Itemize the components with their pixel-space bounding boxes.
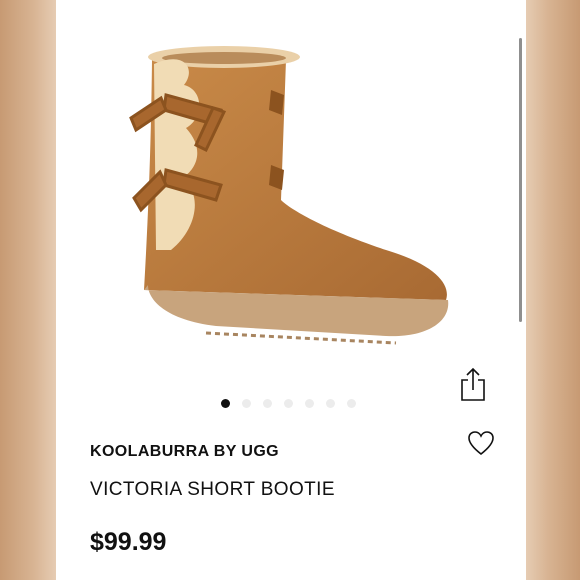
carousel-dot-3[interactable] bbox=[263, 399, 272, 408]
brand-name[interactable]: KOOLABURRA BY UGG bbox=[90, 443, 279, 461]
boot-illustration bbox=[129, 46, 449, 345]
share-icon bbox=[461, 367, 485, 401]
carousel-dot-1[interactable] bbox=[221, 399, 230, 408]
carousel-dot-7[interactable] bbox=[347, 399, 356, 408]
carousel-dot-2[interactable] bbox=[242, 399, 251, 408]
carousel-dot-4[interactable] bbox=[284, 399, 293, 408]
share-button[interactable] bbox=[460, 366, 486, 402]
background-right bbox=[526, 0, 580, 580]
product-title: VICTORIA SHORT BOOTIE bbox=[90, 479, 335, 500]
favorite-button[interactable] bbox=[467, 430, 495, 456]
carousel-dots bbox=[221, 399, 356, 408]
heart-icon bbox=[468, 431, 494, 456]
product-image[interactable] bbox=[56, 0, 526, 380]
background-left bbox=[0, 0, 56, 580]
product-price: $99.99 bbox=[90, 528, 167, 556]
carousel-dot-6[interactable] bbox=[326, 399, 335, 408]
carousel-dot-5[interactable] bbox=[305, 399, 314, 408]
